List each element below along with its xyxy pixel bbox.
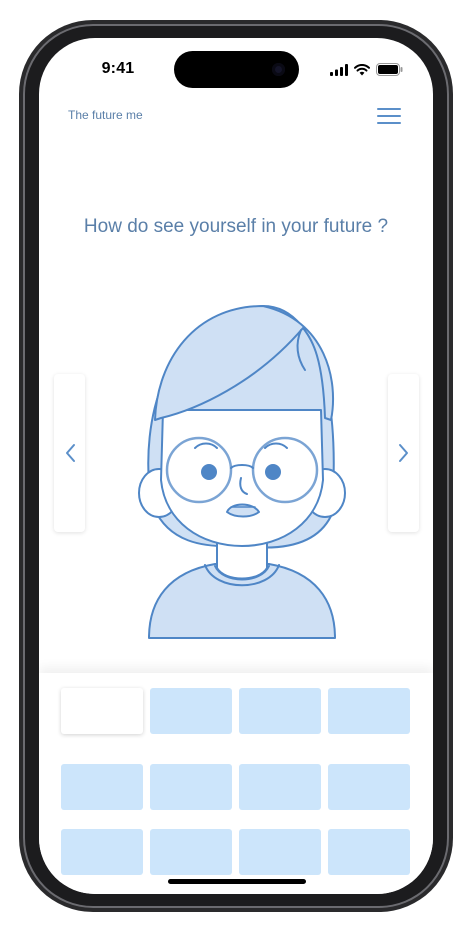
menu-line: [377, 122, 401, 124]
tile[interactable]: [328, 764, 410, 810]
tile[interactable]: [328, 688, 410, 734]
previous-button[interactable]: [54, 374, 85, 532]
tile[interactable]: [61, 764, 143, 810]
wifi-icon: [354, 63, 370, 75]
chevron-right-icon: [398, 444, 408, 462]
signal-icon: [330, 63, 348, 76]
chevron-left-icon: [65, 444, 75, 462]
tile-panel: [39, 673, 433, 894]
tile[interactable]: [61, 829, 143, 875]
dynamic-island: [174, 51, 299, 88]
app-title: The future me: [68, 108, 143, 122]
tile[interactable]: [239, 688, 321, 734]
menu-line: [377, 108, 401, 110]
phone-screen: 9:41 The future me How do see yourself i…: [39, 38, 433, 894]
hamburger-menu-icon[interactable]: [377, 108, 401, 125]
tile[interactable]: [150, 764, 232, 810]
tile[interactable]: [150, 688, 232, 734]
tile[interactable]: [239, 764, 321, 810]
tile[interactable]: [328, 829, 410, 875]
girl-with-glasses-avatar: [138, 305, 346, 639]
avatar-right-eye: [265, 464, 281, 480]
power-button: [449, 308, 452, 410]
tile[interactable]: [239, 829, 321, 875]
camera-icon: [272, 63, 285, 76]
battery-icon: [376, 63, 403, 76]
question-heading: How do see yourself in your future ?: [83, 216, 389, 237]
menu-line: [377, 115, 401, 117]
status-time: 9:41: [101, 60, 135, 77]
tile[interactable]: [61, 688, 143, 734]
next-button[interactable]: [388, 374, 419, 532]
status-icons: [330, 63, 403, 76]
home-indicator[interactable]: [168, 879, 306, 884]
tile[interactable]: [150, 829, 232, 875]
avatar-left-eye: [201, 464, 217, 480]
